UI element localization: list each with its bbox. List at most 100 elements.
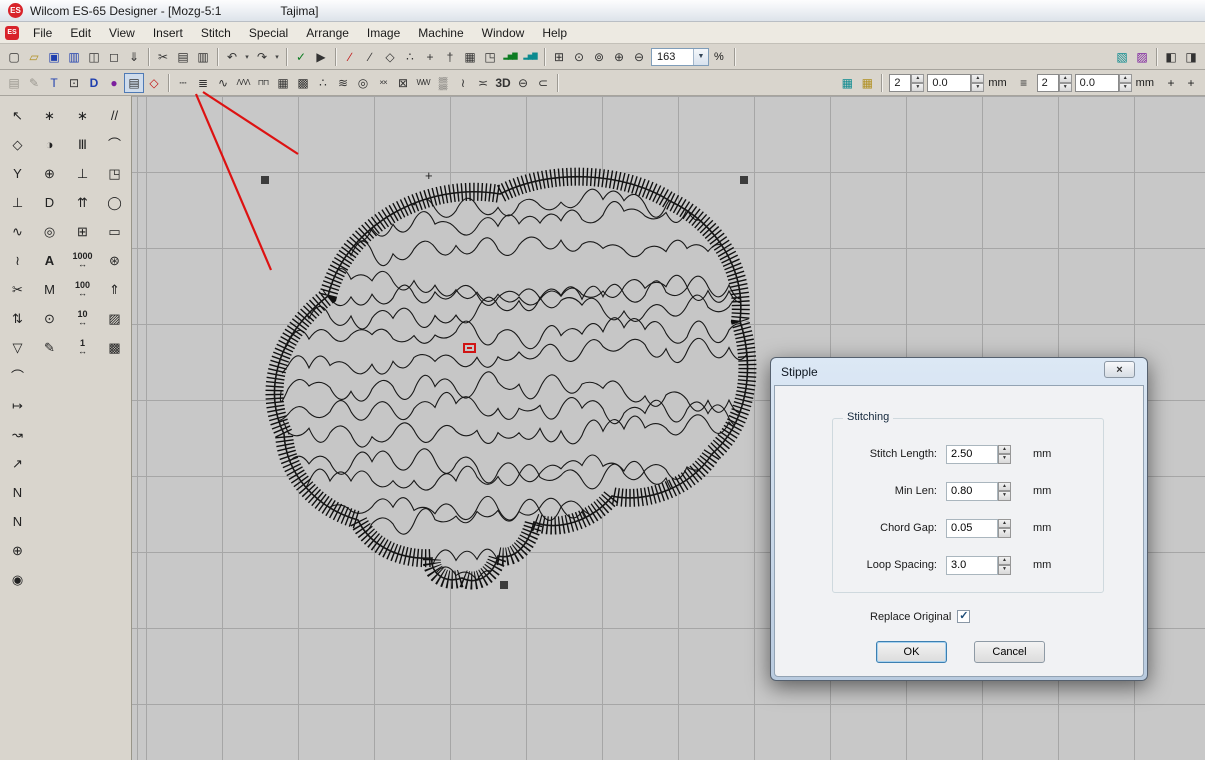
min-len-spinner[interactable]: ▲▼ [998, 482, 1011, 501]
freehand-tool-icon[interactable]: ✎ [24, 73, 44, 93]
scissors-tool-icon[interactable]: ✂ [4, 276, 31, 302]
menu-edit[interactable]: Edit [61, 23, 100, 43]
reshape-tool-icon[interactable]: Y [4, 160, 31, 186]
block-tool-icon[interactable]: ⊞ [69, 218, 96, 244]
color-chart-icon[interactable]: ▂▅▇ [520, 47, 540, 67]
satin-stitch-icon[interactable]: ∿ [213, 73, 233, 93]
pattern-a-icon[interactable]: ▨ [101, 305, 128, 331]
menu-image[interactable]: Image [358, 23, 409, 43]
menu-help[interactable]: Help [533, 23, 576, 43]
grid-spacing-spinner-2[interactable]: ▲▼ [1119, 74, 1132, 92]
stitch-chart-icon[interactable]: ▂▅▇ [500, 47, 520, 67]
loop-spacing-input[interactable] [946, 556, 998, 575]
menu-file[interactable]: File [24, 23, 61, 43]
design-library-icon[interactable]: ◨ [1181, 47, 1201, 67]
loop-spacing-spinner[interactable]: ▲▼ [998, 556, 1011, 575]
monogram-tool-icon[interactable]: M [36, 276, 63, 302]
stitch-length-spinner[interactable]: ▲▼ [998, 445, 1011, 464]
digitize-tool-icon[interactable]: D [84, 73, 104, 93]
menu-insert[interactable]: Insert [144, 23, 192, 43]
eyelet-tool-icon[interactable]: ⊙ [36, 305, 63, 331]
paste-icon[interactable]: ▥ [193, 47, 213, 67]
ellipse-shape-icon[interactable]: ◯ [101, 189, 128, 215]
corner-shape-icon[interactable]: ◳ [101, 160, 128, 186]
copy-icon[interactable]: ▤ [173, 47, 193, 67]
curve-n-icon[interactable]: N [4, 479, 31, 505]
exit-point-icon[interactable]: ◉ [4, 566, 31, 592]
lift-tool-icon[interactable]: ⇈ [69, 189, 96, 215]
trapunto-icon[interactable]: ⊖ [513, 73, 533, 93]
zoom-tool-icon[interactable]: ⊙ [569, 47, 589, 67]
dialog-close-button[interactable]: × [1104, 361, 1135, 378]
circle-digitize-icon[interactable]: ⊕ [36, 160, 63, 186]
dotted-view-icon[interactable]: ∴ [400, 47, 420, 67]
grid-spacing-field-2[interactable]: 0.0 [1075, 74, 1119, 92]
column-stitch-icon[interactable]: Ⅲ [69, 131, 96, 157]
cross-stitch-icon[interactable]: ×× [373, 73, 393, 93]
selection-handle-bottom[interactable] [500, 581, 508, 589]
wave-edit-icon[interactable]: ≀ [4, 247, 31, 273]
outline-stitch-icon[interactable]: ∕ [360, 47, 380, 67]
redo-dropdown-icon[interactable]: ▾ [272, 47, 282, 67]
snap-grid-icon[interactable]: ▦ [857, 73, 877, 93]
stitch-player-icon[interactable]: ▶ [311, 47, 331, 67]
penetration-icon[interactable]: ↗ [4, 450, 31, 476]
menu-machine[interactable]: Machine [409, 23, 472, 43]
document-system-icon[interactable]: ES [5, 26, 19, 40]
flower-fill-icon[interactable]: ∗ [69, 102, 96, 128]
chord-gap-input[interactable] [946, 519, 998, 538]
menu-arrange[interactable]: Arrange [297, 23, 358, 43]
backstitch-icon[interactable]: ⊂ [533, 73, 553, 93]
ellipse-outline-icon[interactable]: ◇ [380, 47, 400, 67]
undo-icon[interactable]: ↶ [222, 47, 242, 67]
closed-object-icon[interactable]: ◇ [144, 73, 164, 93]
select-tool-icon[interactable]: ↖ [4, 102, 31, 128]
open-design-icon[interactable]: ▱ [24, 47, 44, 67]
combo-dropdown-icon[interactable]: ▼ [693, 49, 708, 65]
overview-window-icon[interactable]: ◳ [480, 47, 500, 67]
dash-style-icon[interactable]: ≡ [1014, 73, 1034, 93]
brain-design-object[interactable] [250, 156, 762, 600]
lettering-a-icon[interactable]: A [36, 247, 63, 273]
needle-point-icon[interactable]: † [440, 47, 460, 67]
grid-spacing-field-1[interactable]: 0.0 [927, 74, 971, 92]
cut-icon[interactable]: ✂ [153, 47, 173, 67]
stitch-length-input[interactable] [946, 445, 998, 464]
menu-window[interactable]: Window [473, 23, 534, 43]
grid-count-field-1[interactable]: 2 [889, 74, 911, 92]
travel-100-button[interactable]: 100↔ [69, 276, 96, 302]
polygon-select-icon[interactable]: ◇ [4, 131, 31, 157]
freehand-pen-icon[interactable]: ✎ [36, 334, 63, 360]
grid-settings-icon[interactable]: ▦ [837, 73, 857, 93]
globe-tool-icon[interactable]: ◎ [36, 218, 63, 244]
chord-gap-spinner[interactable]: ▲▼ [998, 519, 1011, 538]
contour-fill-icon[interactable]: ≋ [333, 73, 353, 93]
stitch-edit-icon[interactable]: ∿ [4, 218, 31, 244]
pattern-b-icon[interactable]: ▩ [101, 334, 128, 360]
arc-shape-icon[interactable]: ⌒ [101, 131, 128, 157]
zoom-box-icon[interactable]: ⊞ [549, 47, 569, 67]
program-split-icon[interactable]: ▩ [293, 73, 313, 93]
stipple-run-icon[interactable]: ▤ [124, 73, 144, 93]
entry-point-icon[interactable]: ⊕ [4, 537, 31, 563]
travel-1-button[interactable]: 1↔ [69, 334, 96, 360]
arc-tool-icon[interactable]: ⌒ [4, 363, 31, 389]
branching-tool-icon[interactable]: ∗ [36, 102, 63, 128]
show-grid-icon[interactable]: ▦ [460, 47, 480, 67]
e-stitch-icon[interactable]: ⊓⊓ [253, 73, 273, 93]
crosshair-icon[interactable]: + [420, 47, 440, 67]
tatami-fill-icon[interactable]: ▦ [273, 73, 293, 93]
ellipse-fill-icon[interactable]: ● [104, 73, 124, 93]
fan-tool-icon[interactable]: ▽ [4, 334, 31, 360]
design-properties-icon[interactable]: ◧ [1161, 47, 1181, 67]
selection-handle-top-right[interactable] [740, 176, 748, 184]
ok-button[interactable]: OK [876, 641, 947, 663]
digitize-d-icon[interactable]: D [36, 189, 63, 215]
anchor-tool-icon[interactable]: ⊥ [4, 189, 31, 215]
run-stitch-icon[interactable]: ┄ [173, 73, 193, 93]
new-design-icon[interactable]: ▢ [4, 47, 24, 67]
save-design-icon[interactable]: ▣ [44, 47, 64, 67]
spiral-fill-icon[interactable]: ◎ [353, 73, 373, 93]
pen-stitch-icon[interactable]: ∕ [340, 47, 360, 67]
titlebar[interactable]: ES Wilcom ES-65 Designer - [Mozg-5:1 Taj… [0, 0, 1205, 22]
